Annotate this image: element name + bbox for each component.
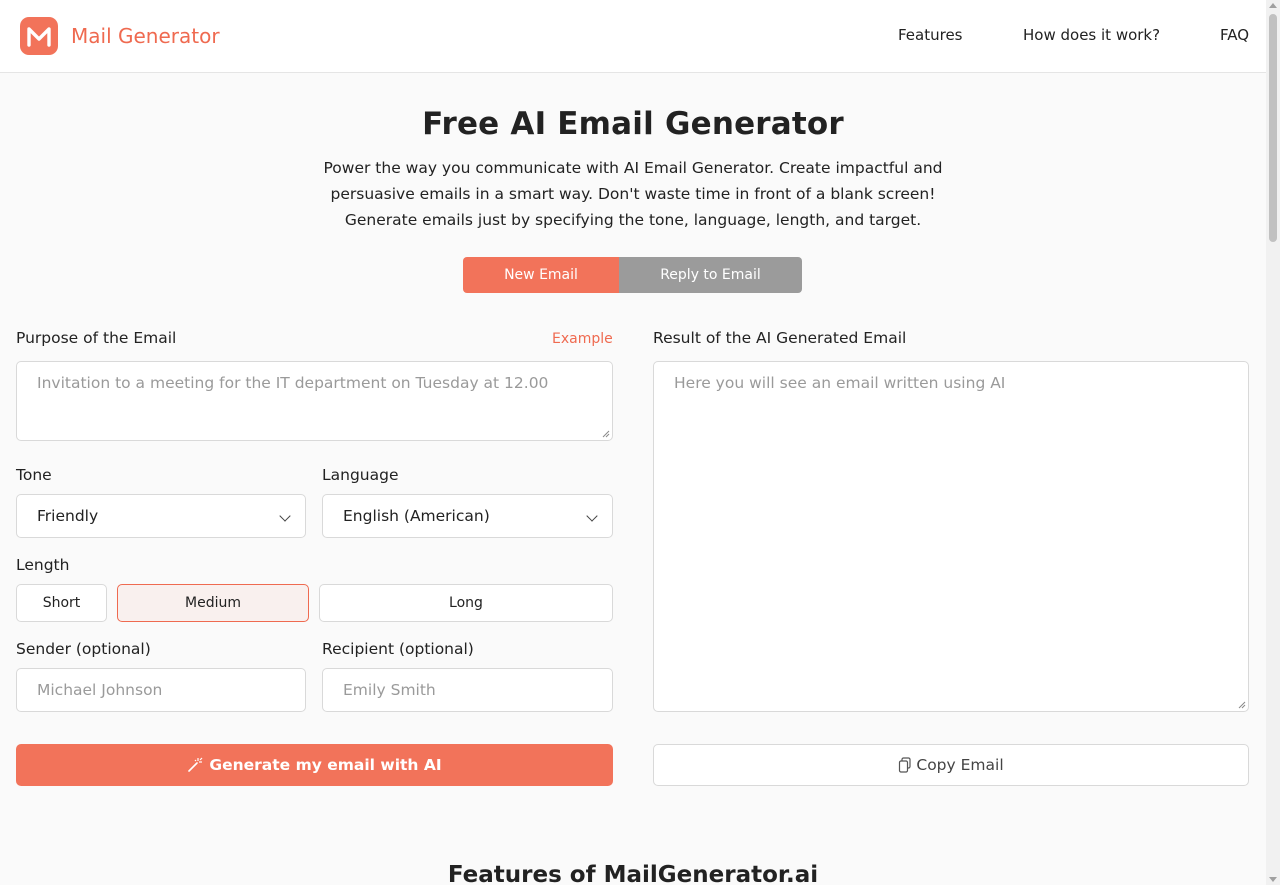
example-link[interactable]: Example — [552, 331, 613, 347]
copy-icon — [899, 757, 911, 773]
purpose-textarea[interactable] — [16, 361, 613, 441]
sender-label: Sender (optional) — [16, 640, 151, 658]
language-select[interactable]: English (American) — [322, 494, 613, 538]
length-long-button[interactable]: Long — [319, 584, 613, 622]
logo-text: Mail Generator — [71, 24, 220, 48]
nav-how-it-works-link[interactable]: How does it work? — [1023, 26, 1160, 44]
scrollbar-thumb[interactable] — [1269, 14, 1277, 242]
generate-button-label: Generate my email with AI — [209, 756, 442, 774]
copy-email-button[interactable]: Copy Email — [653, 744, 1249, 786]
resize-grip-icon[interactable] — [602, 430, 610, 438]
length-label: Length — [16, 556, 70, 574]
reply-to-email-tab[interactable]: Reply to Email — [619, 257, 802, 293]
hero-description-line: persuasive emails in a smart way. Don't … — [330, 185, 936, 203]
sender-input[interactable] — [16, 668, 306, 712]
email-mode-toggle: New Email Reply to Email — [463, 257, 802, 293]
recipient-label: Recipient (optional) — [322, 640, 474, 658]
logo-link[interactable]: Mail Generator — [20, 17, 220, 55]
mail-logo-icon — [20, 17, 58, 55]
tone-label: Tone — [16, 466, 52, 484]
hero-description-line: Power the way you communicate with AI Em… — [323, 159, 943, 177]
scroll-down-arrow-icon[interactable] — [1269, 877, 1277, 882]
scroll-up-arrow-icon[interactable] — [1269, 3, 1277, 8]
length-medium-button[interactable]: Medium — [117, 584, 309, 622]
nav-faq-link[interactable]: FAQ — [1220, 26, 1249, 44]
copy-button-label: Copy Email — [916, 756, 1004, 774]
new-email-tab[interactable]: New Email — [463, 257, 619, 293]
hero-description-line: Generate emails just by specifying the t… — [344, 211, 922, 229]
generate-email-button[interactable]: Generate my email with AI — [16, 744, 613, 786]
language-label: Language — [322, 466, 399, 484]
language-selected-value: English (American) — [343, 507, 490, 525]
chevron-down-icon — [279, 510, 291, 522]
page-title: Free AI Email Generator — [422, 106, 844, 142]
recipient-input[interactable] — [322, 668, 613, 712]
resize-grip-icon[interactable] — [1238, 701, 1246, 709]
nav-features-link[interactable]: Features — [898, 26, 963, 44]
page-scrollbar[interactable] — [1266, 0, 1280, 885]
length-short-button[interactable]: Short — [16, 584, 107, 622]
result-label: Result of the AI Generated Email — [653, 329, 907, 347]
chevron-down-icon — [586, 510, 598, 522]
purpose-label: Purpose of the Email — [16, 329, 177, 347]
hero-description: Power the way you communicate with AI Em… — [300, 155, 966, 233]
features-section-title: Features of MailGenerator.ai — [447, 862, 819, 885]
result-textarea[interactable] — [653, 361, 1249, 712]
magic-wand-icon — [188, 757, 203, 772]
tone-select[interactable]: Friendly — [16, 494, 306, 538]
tone-selected-value: Friendly — [37, 507, 99, 525]
top-header: Mail Generator Features How does it work… — [0, 0, 1266, 73]
